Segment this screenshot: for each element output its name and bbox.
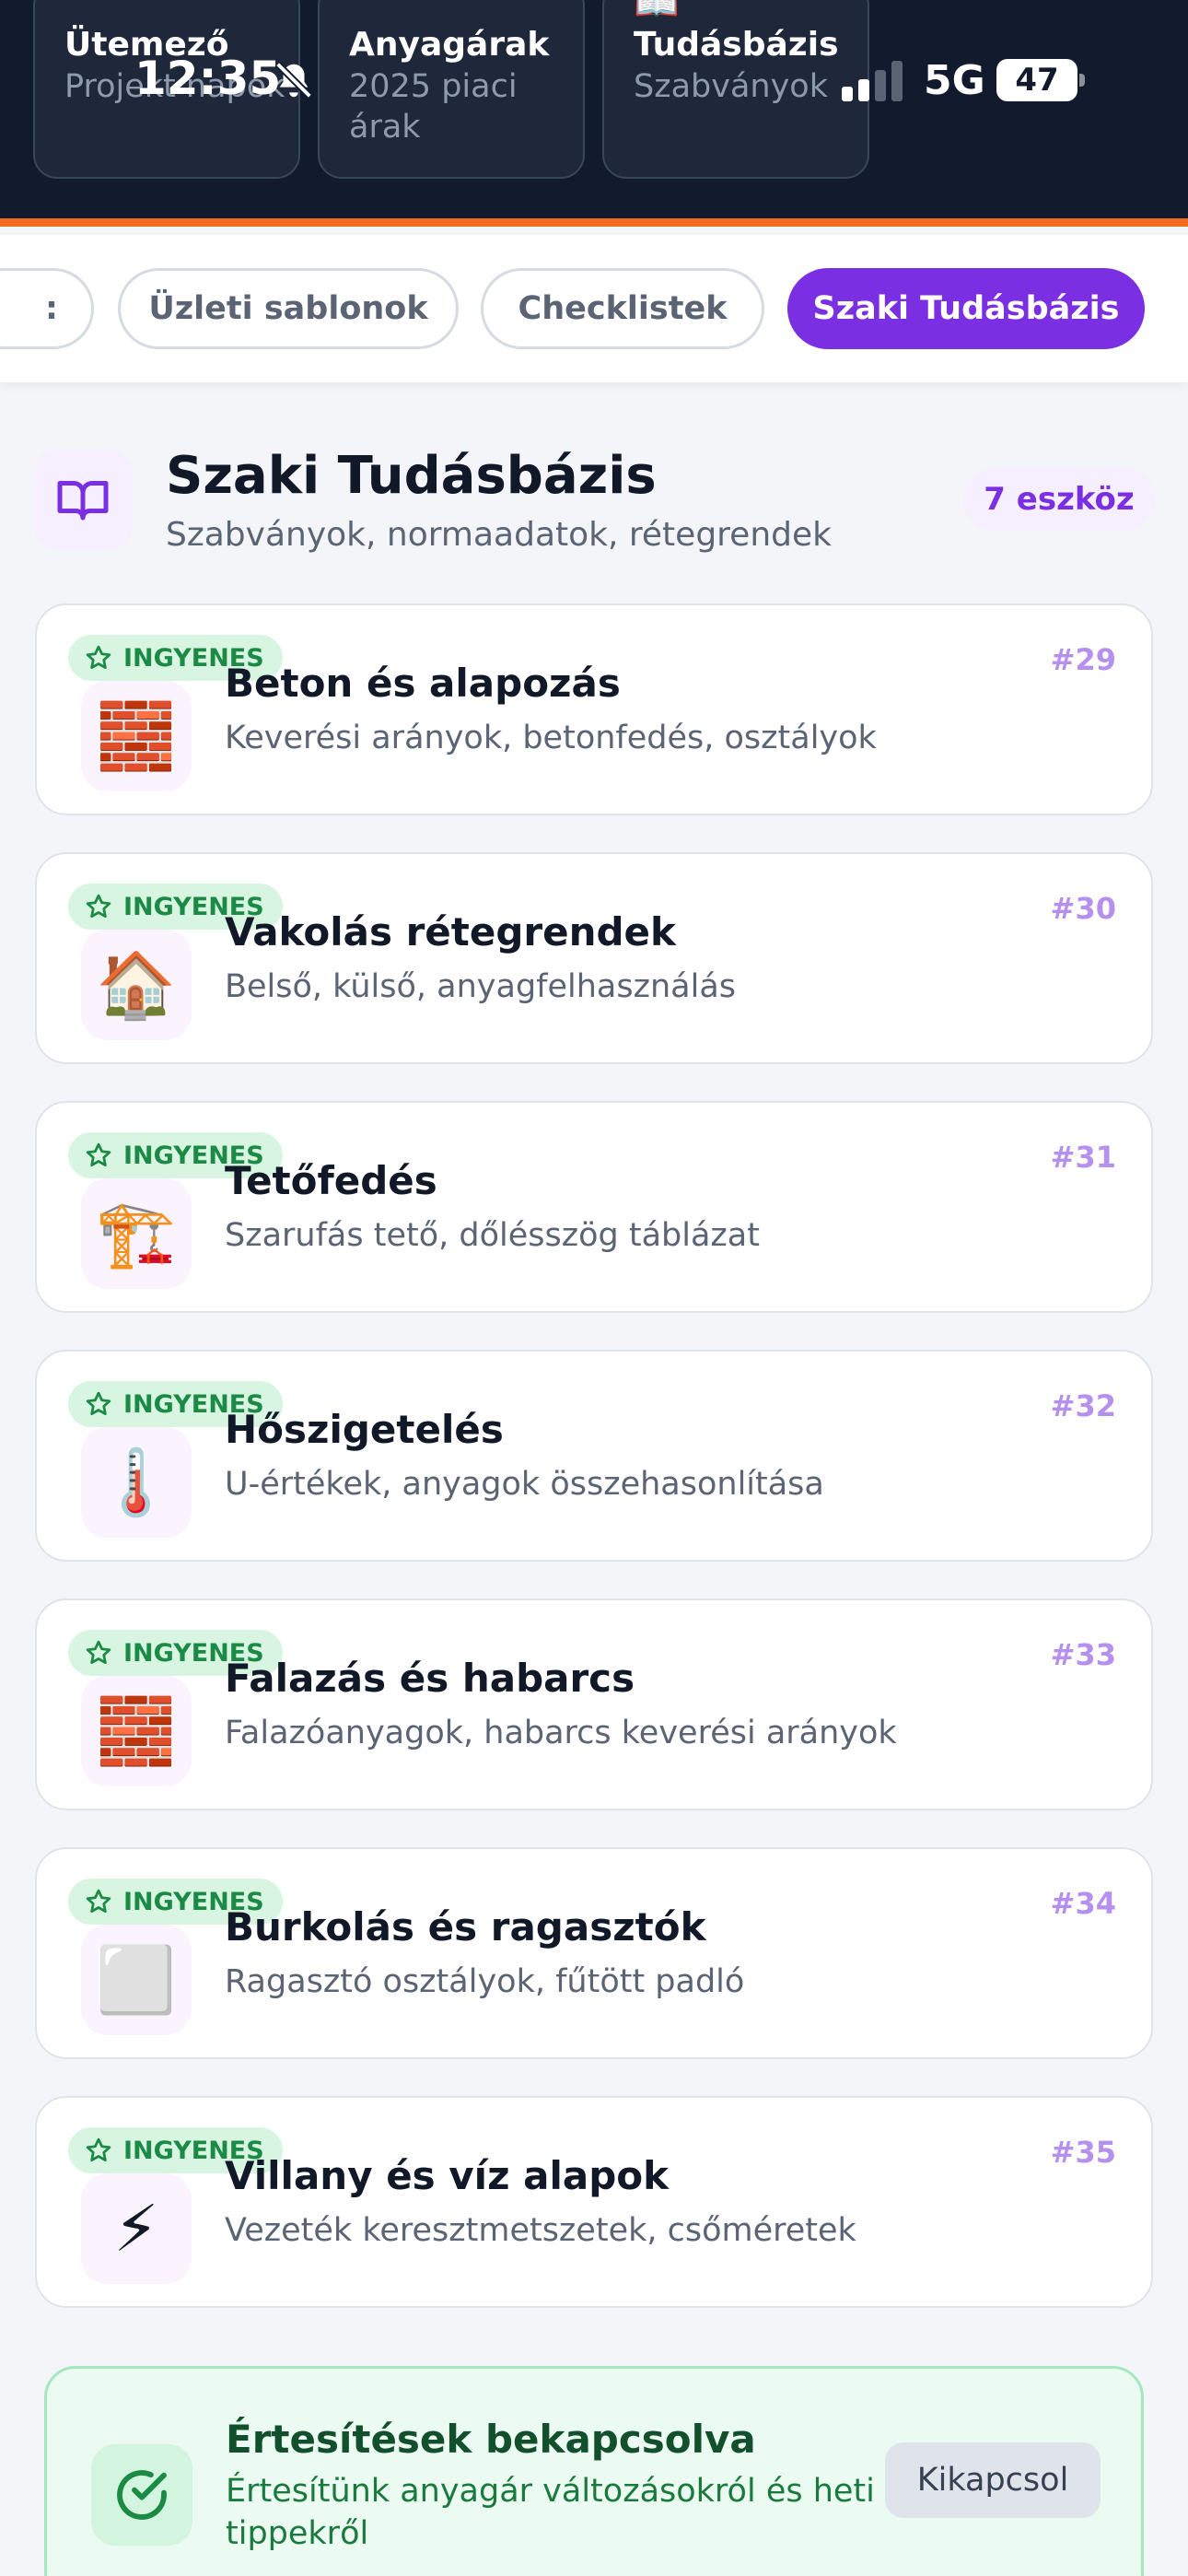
tab-previous[interactable]: :	[0, 268, 94, 349]
quick-card-subtitle: Szabványok	[634, 68, 828, 105]
tool-number: #32	[1050, 1388, 1116, 1423]
tool-card-hoszigeteles[interactable]: 🌡️ INGYENES Hőszigetelés U-értékek, anya…	[35, 1350, 1153, 1562]
tool-number: #33	[1050, 1637, 1116, 1672]
star-icon	[86, 1640, 111, 1664]
section-subtitle: Szabványok, normaadatok, rétegrendek	[166, 516, 832, 554]
tool-subtitle: Szarufás tető, dőlésszög táblázat	[225, 1217, 760, 1254]
check-circle-icon	[91, 2444, 192, 2546]
tool-title: Burkolás és ragasztók	[225, 1904, 706, 1950]
tab-uzleti-sablonok[interactable]: Üzleti sablonok	[118, 268, 459, 349]
star-icon	[86, 1889, 111, 1913]
tool-number: #31	[1050, 1140, 1116, 1175]
tab-szaki-tudasbazis[interactable]: Szaki Tudásbázis	[787, 268, 1145, 349]
tool-card-beton[interactable]: 🧱 INGYENES Beton és alapozás Keverési ar…	[35, 603, 1153, 815]
quick-card-subtitle: 2025 piaci árak	[349, 68, 518, 146]
tool-card-tetofedes[interactable]: 🏗️ INGYENES Tetőfedés Szarufás tető, dől…	[35, 1101, 1153, 1313]
tool-number: #30	[1050, 891, 1116, 926]
tool-card-vakolas[interactable]: 🏠 INGYENES Vakolás rétegrendek Belső, kü…	[35, 852, 1153, 1064]
quick-card-title: Tudásbázis	[634, 26, 839, 64]
tool-number: #35	[1050, 2135, 1116, 2170]
notification-text: Értesítünk anyagár változásokról és heti…	[226, 2473, 875, 2552]
signal-icon	[842, 61, 903, 101]
tool-title: Tetőfedés	[225, 1158, 437, 1203]
category-tab-strip: : Üzleti sablonok Checklistek Szaki Tudá…	[0, 235, 1188, 382]
book-open-icon	[33, 450, 133, 549]
star-icon	[86, 2137, 111, 2161]
quick-card-tudasbazis[interactable]: 📖 Tudásbázis Szabványok	[602, 0, 869, 179]
tile-icon: ⬜	[81, 1925, 192, 2035]
quick-card-anyagarak[interactable]: Anyagárak 2025 piaci árak	[318, 0, 585, 179]
tool-subtitle: Keverési arányok, betonfedés, osztályok	[225, 720, 877, 756]
tool-card-falazas[interactable]: 🧱 INGYENES Falazás és habarcs Falazóanya…	[35, 1598, 1153, 1810]
tool-title: Villany és víz alapok	[225, 2153, 670, 2198]
crane-icon: 🏗️	[81, 1178, 192, 1289]
tool-subtitle: Belső, külső, anyagfelhasználás	[225, 968, 737, 1005]
tool-count-badge: 7 eszköz	[963, 468, 1155, 531]
house-icon: 🏠	[81, 930, 192, 1040]
book-icon: 📖	[634, 0, 680, 24]
star-icon	[86, 894, 111, 918]
tool-subtitle: Vezeték keresztmetszetek, csőméretek	[225, 2212, 856, 2249]
tool-title: Vakolás rétegrendek	[225, 909, 676, 954]
tool-subtitle: Ragasztó osztályok, fűtött padló	[225, 1963, 745, 2000]
brick-icon: 🧱	[81, 681, 192, 791]
network-type: 5G	[924, 57, 985, 104]
star-icon	[86, 1391, 111, 1415]
battery-icon: 47	[996, 59, 1077, 101]
tool-number: #34	[1050, 1886, 1116, 1921]
star-icon	[86, 1142, 111, 1166]
status-time: 12:35	[134, 52, 282, 105]
disable-notifications-button[interactable]: Kikapcsol	[885, 2442, 1101, 2518]
tool-card-villany-viz[interactable]: ⚡ INGYENES Villany és víz alapok Vezeték…	[35, 2096, 1153, 2308]
tool-number: #29	[1050, 642, 1116, 677]
brick-icon: 🧱	[81, 1676, 192, 1786]
lightning-icon: ⚡	[81, 2173, 192, 2284]
notification-card: Értesítések bekapcsolva Értesítünk anyag…	[44, 2366, 1144, 2576]
thermometer-icon: 🌡️	[81, 1427, 192, 1538]
section-title: Szaki Tudásbázis	[166, 446, 657, 506]
quick-card-title: Anyagárak	[349, 26, 550, 64]
bell-muted-icon	[275, 62, 312, 99]
top-header: Ütemező Projekt napok Anyagárak 2025 pia…	[0, 0, 1188, 227]
tool-title: Beton és alapozás	[225, 661, 621, 706]
tool-title: Falazás és habarcs	[225, 1656, 635, 1701]
star-icon	[86, 645, 111, 669]
battery-tip	[1079, 74, 1085, 87]
tool-subtitle: Falazóanyagok, habarcs keverési arányok	[225, 1715, 897, 1751]
tab-checklistek[interactable]: Checklistek	[481, 268, 764, 349]
tool-title: Hőszigetelés	[225, 1407, 504, 1452]
tool-card-burkolas[interactable]: ⬜ INGYENES Burkolás és ragasztók Ragaszt…	[35, 1847, 1153, 2059]
tool-subtitle: U-értékek, anyagok összehasonlítása	[225, 1466, 824, 1503]
notification-title: Értesítések bekapcsolva	[226, 2417, 756, 2462]
